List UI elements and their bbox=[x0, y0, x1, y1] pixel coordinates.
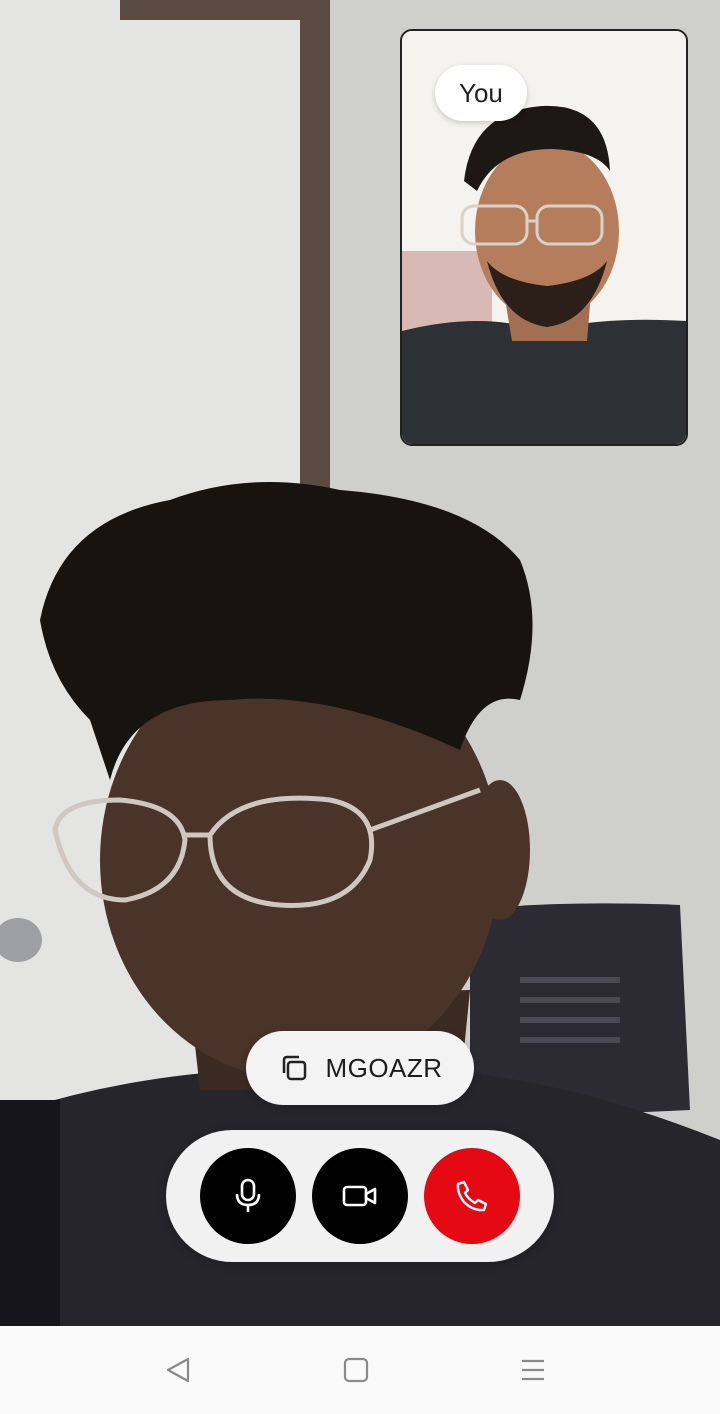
recents-button[interactable] bbox=[515, 1352, 551, 1388]
self-label-pill: You bbox=[435, 65, 527, 121]
microphone-icon bbox=[235, 1178, 261, 1212]
self-video-preview[interactable]: You bbox=[400, 29, 688, 446]
home-button[interactable] bbox=[338, 1352, 374, 1388]
copy-icon bbox=[277, 1051, 311, 1085]
end-call-button[interactable] bbox=[424, 1148, 520, 1244]
phone-icon bbox=[456, 1180, 488, 1212]
video-camera-icon bbox=[342, 1185, 377, 1207]
back-button[interactable] bbox=[160, 1352, 196, 1388]
menu-lines-icon bbox=[522, 1359, 544, 1381]
meeting-code: MGOAZR bbox=[325, 1052, 443, 1083]
system-navigation-bar bbox=[0, 1326, 720, 1414]
call-control-bar bbox=[166, 1130, 554, 1262]
home-square-icon bbox=[343, 1357, 369, 1383]
microphone-button[interactable] bbox=[200, 1148, 296, 1244]
camera-button[interactable] bbox=[312, 1148, 408, 1244]
copy-meeting-code-button[interactable]: MGOAZR bbox=[246, 1031, 474, 1105]
back-triangle-icon bbox=[166, 1357, 190, 1383]
self-label: You bbox=[459, 77, 503, 108]
